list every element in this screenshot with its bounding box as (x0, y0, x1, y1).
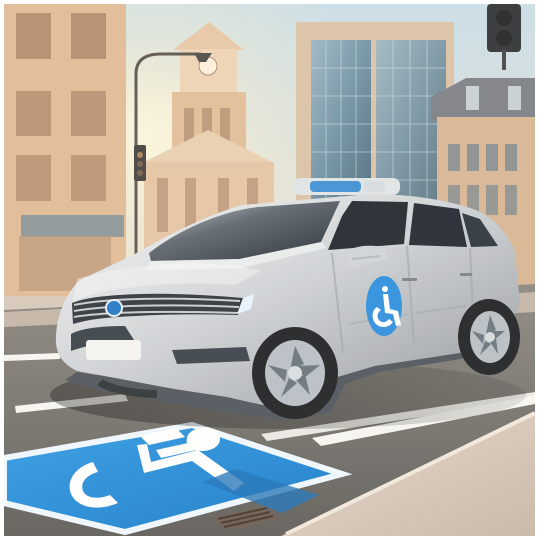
scene-svg (4, 4, 535, 536)
image-frame (4, 4, 535, 536)
haze (4, 4, 535, 536)
